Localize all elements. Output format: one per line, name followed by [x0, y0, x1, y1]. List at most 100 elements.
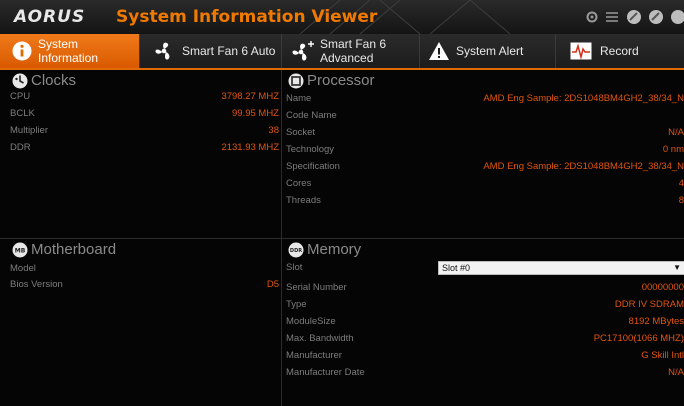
- row-label: Model: [10, 263, 36, 274]
- tab-label: Smart Fan 6 Advanced: [320, 37, 387, 65]
- chevron-down-icon: ▼: [673, 263, 681, 272]
- settings-gear-icon[interactable]: [584, 9, 600, 25]
- memory-title-text: Memory: [307, 241, 362, 258]
- processor-row-cores: Cores 4: [286, 177, 684, 191]
- row-value: N/A: [668, 367, 684, 378]
- clocks-icon: [12, 73, 28, 88]
- row-value: D5: [266, 279, 279, 290]
- motherboard-icon: MB: [12, 242, 28, 257]
- row-label: Serial Number: [286, 282, 347, 293]
- aorus-logo: AORUS: [14, 7, 86, 27]
- processor-panel: Processor Name AMD Eng Sample: 2DS1048BM…: [282, 70, 684, 238]
- warning-icon: [429, 42, 449, 60]
- memory-title: DDR Memory: [288, 241, 361, 258]
- memory-row-manufacturer: Manufacturer G Skill Intl: [286, 349, 684, 363]
- processor-title-text: Processor: [307, 72, 375, 89]
- menu-list-icon[interactable]: [604, 9, 620, 25]
- slot-select[interactable]: Slot #0 ▼: [438, 261, 684, 275]
- row-label: Name: [286, 93, 312, 104]
- clock-row-bclk: BCLK 99.95 MHZ: [10, 107, 279, 121]
- row-value: 8192 MBytes: [628, 316, 684, 327]
- clock-row-ddr: DDR 2131.93 MHZ: [10, 141, 279, 155]
- row-value: 4: [678, 178, 684, 189]
- close-icon[interactable]: [670, 9, 684, 25]
- motherboard-title: MB Motherboard: [12, 241, 116, 258]
- processor-title: Processor: [288, 72, 375, 89]
- memory-row-module-size: ModuleSize 8192 MBytes: [286, 315, 684, 329]
- row-label: Manufacturer: [286, 350, 342, 361]
- tab-label: System Alert: [456, 44, 524, 58]
- processor-row-name: Name AMD Eng Sample: 2DS1048BM4GH2_38/34…: [286, 92, 684, 106]
- svg-text:MB: MB: [15, 247, 26, 254]
- row-label: Cores: [286, 178, 312, 189]
- row-label: Bios Version: [10, 279, 63, 290]
- memory-row-manufacturer-date: Manufacturer Date N/A: [286, 366, 684, 380]
- minimize-icon[interactable]: [626, 9, 642, 25]
- tab-bar: System Information Smart Fan 6 Auto Smar…: [0, 34, 684, 70]
- memory-row-max-bandwidth: Max. Bandwidth PC17100(1066 MHZ): [286, 332, 684, 346]
- row-value: 00000000: [641, 282, 684, 293]
- row-label: Technology: [286, 144, 335, 155]
- row-label: Max. Bandwidth: [286, 333, 354, 344]
- motherboard-title-text: Motherboard: [31, 241, 117, 258]
- app-title: System Information Viewer: [116, 7, 378, 27]
- tab-system-alert[interactable]: System Alert: [420, 34, 556, 68]
- fan-icon: [155, 42, 170, 60]
- clocks-title: Clocks: [12, 72, 76, 89]
- tab-label: System Information: [38, 37, 99, 65]
- tab-system-information[interactable]: System Information: [0, 34, 140, 68]
- motherboard-panel: MB Motherboard Model Bios Version D5: [0, 239, 281, 406]
- row-value: G Skill Intl: [641, 350, 684, 361]
- info-icon: [12, 41, 32, 61]
- row-label: DDR: [10, 142, 31, 153]
- processor-chip-icon: [288, 73, 304, 88]
- row-value: AMD Eng Sample: 2DS1048BM4GH2_38/34_N: [483, 93, 684, 104]
- slot-select-value: Slot #0: [442, 263, 471, 273]
- memory-ddr-icon: DDR: [288, 242, 304, 257]
- clocks-panel: Clocks CPU 3798.27 MHZ BCLK 99.95 MHZ Mu…: [0, 70, 281, 238]
- memory-panel: DDR Memory Slot Slot #0 ▼ Serial Number …: [282, 239, 684, 406]
- row-value: 3798.27 MHZ: [221, 91, 279, 102]
- clocks-title-text: Clocks: [31, 72, 77, 89]
- clock-row-cpu: CPU 3798.27 MHZ: [10, 90, 279, 104]
- memory-row-slot: Slot Slot #0 ▼: [286, 261, 684, 275]
- processor-row-threads: Threads 8: [286, 194, 684, 208]
- row-label: Multiplier: [10, 125, 49, 136]
- record-waveform-icon: [570, 42, 592, 60]
- svg-text:DDR: DDR: [290, 248, 302, 254]
- tab-smart-fan-advanced[interactable]: Smart Fan 6 Advanced: [282, 34, 420, 68]
- processor-row-socket: Socket N/A: [286, 126, 684, 140]
- row-label: Type: [286, 299, 307, 310]
- row-label: ModuleSize: [286, 316, 336, 327]
- motherboard-row-model: Model: [10, 262, 279, 276]
- row-label: BCLK: [10, 108, 35, 119]
- row-label: Manufacturer Date: [286, 367, 365, 378]
- row-value: 0 nm: [662, 144, 684, 155]
- row-value: DDR IV SDRAM: [614, 299, 684, 310]
- processor-row-specification: Specification AMD Eng Sample: 2DS1048BM4…: [286, 160, 684, 174]
- row-value: 99.95 MHZ: [232, 108, 279, 119]
- row-label: Socket: [286, 127, 316, 138]
- row-value: 2131.93 MHZ: [221, 142, 279, 153]
- row-value: 38: [268, 125, 279, 136]
- clock-row-multiplier: Multiplier 38: [10, 124, 279, 138]
- tab-record[interactable]: Record: [556, 34, 684, 68]
- title-bar[interactable]: AORUS System Information Viewer: [0, 0, 684, 34]
- memory-row-type: Type DDR IV SDRAM: [286, 298, 684, 312]
- tab-label: Record: [600, 44, 639, 58]
- row-label: Slot: [286, 262, 303, 273]
- fan-advanced-icon: [292, 41, 314, 61]
- row-value: 8: [678, 195, 684, 206]
- maximize-icon[interactable]: [648, 9, 664, 25]
- row-label: CPU: [10, 91, 31, 102]
- row-value: AMD Eng Sample: 2DS1048BM4GH2_38/34_N: [483, 161, 684, 172]
- row-label: Specification: [286, 161, 340, 172]
- row-label: Code Name: [286, 110, 337, 121]
- tab-label: Smart Fan 6 Auto: [182, 44, 276, 58]
- motherboard-row-bios-version: Bios Version D5: [10, 278, 279, 292]
- row-value: N/A: [668, 127, 684, 138]
- processor-row-technology: Technology 0 nm: [286, 143, 684, 157]
- tab-smart-fan-auto[interactable]: Smart Fan 6 Auto: [140, 34, 282, 68]
- row-value: PC17100(1066 MHZ): [593, 333, 684, 344]
- processor-row-code-name: Code Name: [286, 109, 684, 123]
